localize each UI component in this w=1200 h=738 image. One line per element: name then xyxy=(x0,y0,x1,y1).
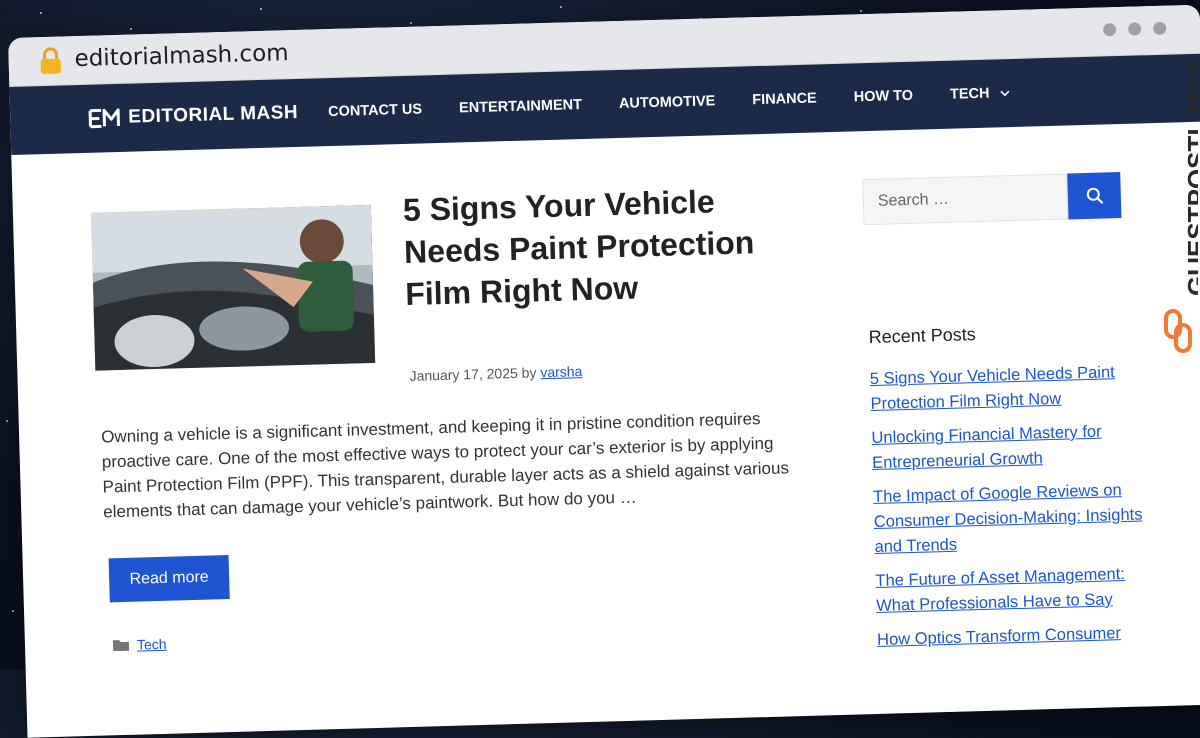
post-date: January 17, 2025 xyxy=(409,364,518,384)
search-input[interactable] xyxy=(862,173,1069,226)
recent-posts-list: 5 Signs Your Vehicle Needs Paint Protect… xyxy=(870,360,1148,662)
post-by: by xyxy=(521,364,537,381)
nav-entertainment[interactable]: ENTERTAINMENT xyxy=(459,97,582,116)
lock-icon xyxy=(40,47,61,75)
recent-post-link[interactable]: The Impact of Google Reviews on Consumer… xyxy=(873,481,1143,556)
post-title[interactable]: 5 Signs Your Vehicle Needs Paint Protect… xyxy=(402,178,785,315)
category-link[interactable]: Tech xyxy=(137,636,167,653)
window-control-dot[interactable] xyxy=(1128,22,1142,36)
guestpostlinks-watermark: GUESTPOSTLINKS xyxy=(1164,58,1198,353)
read-more-button[interactable]: Read more xyxy=(108,555,230,603)
logo-mark-icon xyxy=(88,108,120,129)
list-item: The Future of Asset Management: What Pro… xyxy=(875,561,1146,619)
site-logo[interactable]: EDITORIAL MASH xyxy=(88,102,298,130)
main-menu: CONTACT US ENTERTAINMENT AUTOMOTIVE FINA… xyxy=(328,84,1047,120)
chevron-down-icon xyxy=(999,90,1010,97)
address-bar-url[interactable]: editorialmash.com xyxy=(74,40,289,72)
car-wrap-photo-icon xyxy=(90,204,376,371)
browser-window: editorialmash.com EDITORIAL MASH CONTACT… xyxy=(8,4,1200,738)
window-control-dot[interactable] xyxy=(1153,21,1167,36)
post-thumbnail[interactable] xyxy=(90,204,376,371)
post-author-link[interactable]: varsha xyxy=(540,363,582,380)
logo-text: EDITORIAL MASH xyxy=(127,101,299,128)
post-excerpt: Owning a vehicle is a significant invest… xyxy=(100,409,790,522)
link-icon xyxy=(1164,309,1192,353)
page-content: 5 Signs Your Vehicle Needs Paint Protect… xyxy=(11,122,1200,738)
nav-automotive[interactable]: AUTOMOTIVE xyxy=(619,93,716,112)
list-item: The Impact of Google Reviews on Consumer… xyxy=(873,477,1145,560)
nav-tech[interactable]: TECH xyxy=(950,85,1010,103)
nav-tech-label: TECH xyxy=(949,85,990,103)
search-button[interactable] xyxy=(1067,171,1122,220)
nav-finance[interactable]: FINANCE xyxy=(752,90,817,108)
recent-post-link[interactable]: How Optics Transform Consumer xyxy=(877,624,1121,649)
search-icon xyxy=(1086,187,1103,204)
folder-icon xyxy=(112,640,130,652)
search-form xyxy=(862,171,1122,226)
recent-post-link[interactable]: 5 Signs Your Vehicle Needs Paint Protect… xyxy=(870,363,1115,413)
list-item: Unlocking Financial Mastery for Entrepre… xyxy=(871,419,1142,477)
post-meta: January 17, 2025 by varsha xyxy=(409,363,582,384)
post-category: Tech xyxy=(112,636,167,653)
list-item: How Optics Transform Consumer xyxy=(877,620,1148,653)
recent-posts-title: Recent Posts xyxy=(868,324,976,348)
watermark-text: GUESTPOSTLINKS xyxy=(1182,58,1198,296)
recent-post-link[interactable]: Unlocking Financial Mastery for Entrepre… xyxy=(871,423,1102,472)
window-controls xyxy=(1103,21,1167,37)
nav-how-to[interactable]: HOW TO xyxy=(854,88,914,106)
list-item: 5 Signs Your Vehicle Needs Paint Protect… xyxy=(870,360,1141,418)
nav-contact-us[interactable]: CONTACT US xyxy=(328,101,422,120)
recent-post-link[interactable]: The Future of Asset Management: What Pro… xyxy=(875,565,1125,615)
window-control-dot[interactable] xyxy=(1103,23,1117,37)
